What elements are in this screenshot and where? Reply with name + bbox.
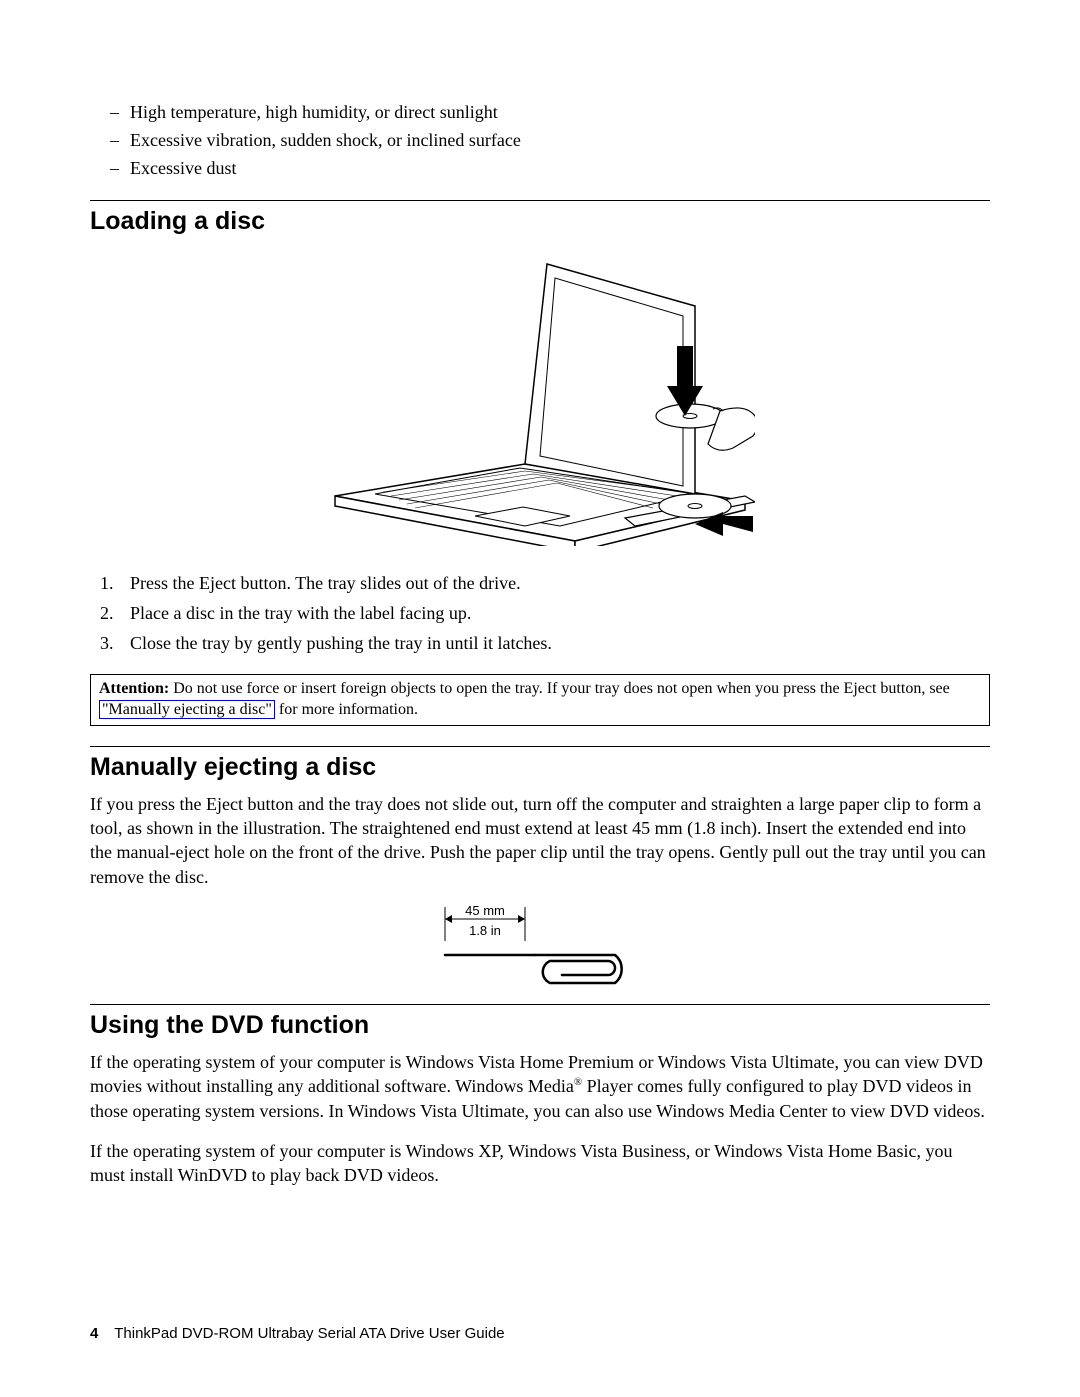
bullet-item: Excessive vibration, sudden shock, or in… (90, 128, 990, 153)
attention-label: Attention: (99, 680, 169, 697)
clip-mm-label: 45 mm (465, 905, 505, 918)
bullet-item: High temperature, high humidity, or dire… (90, 100, 990, 125)
attention-note: Attention: Do not use force or insert fo… (90, 674, 990, 726)
bullet-item: Excessive dust (90, 156, 990, 181)
attention-text-before: Do not use force or insert foreign objec… (169, 680, 950, 697)
page-number: 4 (90, 1325, 98, 1342)
heading-loading: Loading a disc (90, 207, 990, 236)
step-item: Press the Eject button. The tray slides … (90, 571, 990, 596)
attention-text-after: for more information. (275, 701, 418, 718)
laptop-illustration (325, 246, 755, 546)
document-page: High temperature, high humidity, or dire… (0, 0, 1080, 1397)
env-bullets: High temperature, high humidity, or dire… (90, 100, 990, 182)
page-footer: 4 ThinkPad DVD-ROM Ultrabay Serial ATA D… (90, 1325, 505, 1342)
figure-laptop (90, 246, 990, 551)
heading-manual-eject: Manually ejecting a disc (90, 753, 990, 782)
step-item: Close the tray by gently pushing the tra… (90, 631, 990, 656)
dvd-paragraph-1: If the operating system of your computer… (90, 1050, 990, 1123)
footer-title: ThinkPad DVD-ROM Ultrabay Serial ATA Dri… (114, 1325, 504, 1342)
step-item: Place a disc in the tray with the label … (90, 601, 990, 626)
section-divider (90, 746, 990, 747)
steps-list: Press the Eject button. The tray slides … (90, 571, 990, 657)
figure-paperclip: 45 mm 1.8 in (90, 905, 990, 990)
manual-eject-paragraph: If you press the Eject button and the tr… (90, 792, 990, 889)
heading-dvd-function: Using the DVD function (90, 1011, 990, 1040)
section-divider (90, 200, 990, 201)
cross-ref-link[interactable]: "Manually ejecting a disc" (99, 700, 275, 719)
paperclip-illustration: 45 mm 1.8 in (430, 905, 650, 985)
section-divider (90, 1004, 990, 1005)
registered-mark: ® (574, 1076, 582, 1088)
clip-in-label: 1.8 in (469, 923, 501, 938)
dvd-paragraph-2: If the operating system of your computer… (90, 1139, 990, 1188)
